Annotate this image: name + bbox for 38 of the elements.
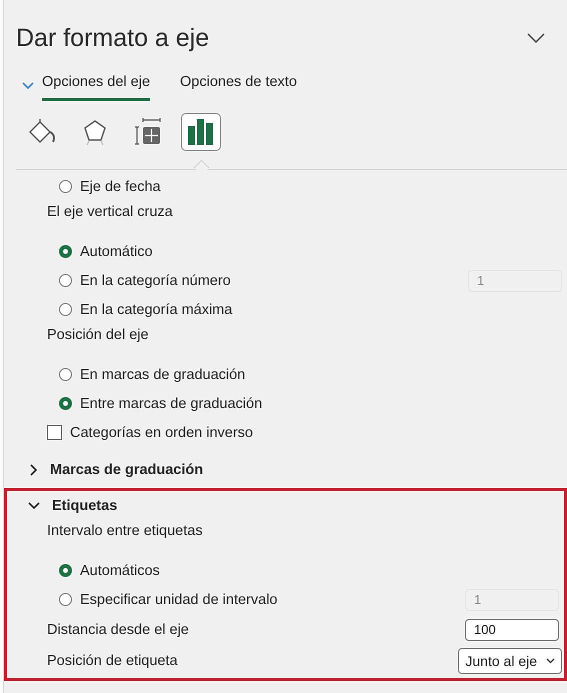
radio-label: Automáticos	[80, 562, 160, 578]
chevron-right-icon	[30, 464, 38, 476]
size-position-icon	[134, 118, 162, 146]
radio-button[interactable]	[59, 397, 72, 410]
section-header[interactable]: Etiquetas	[7, 491, 564, 520]
tab[interactable]: Opciones del eje	[42, 68, 150, 101]
number-field[interactable]: 100	[465, 618, 559, 640]
caret-icon	[546, 658, 555, 664]
field-label: Distancia desde el eje	[47, 622, 189, 638]
radio-button[interactable]	[59, 593, 72, 606]
radio-label: En marcas de graduación	[80, 366, 246, 382]
group-label: Intervalo entre etiquetas	[47, 523, 203, 539]
radio-label: Entre marcas de graduación	[80, 396, 262, 412]
bar-chart-icon	[187, 119, 215, 145]
checkbox[interactable]	[47, 425, 62, 440]
radio-label: En la categoría máxima	[80, 302, 232, 318]
tab[interactable]: Opciones de texto	[180, 68, 297, 101]
field-label: Posición de etiqueta	[47, 652, 178, 668]
radio-label: Automático	[80, 244, 153, 260]
radio-button[interactable]	[59, 368, 72, 381]
radio-button[interactable]	[59, 180, 72, 193]
pentagon-icon	[82, 118, 108, 146]
radio-label: Especificar unidad de intervalo	[80, 592, 278, 608]
radio-button[interactable]	[59, 564, 72, 577]
radio-button[interactable]	[59, 303, 72, 316]
panel-title: Dar formato a eje	[16, 24, 210, 52]
checkbox-label: Categorías en orden inverso	[70, 424, 253, 440]
group-label: Posición del eje	[47, 327, 149, 343]
chevron-down-icon[interactable]	[527, 33, 545, 43]
radio-button[interactable]	[59, 274, 72, 287]
group-label: El eje vertical cruza	[47, 204, 173, 220]
radio-label: En la categoría número	[80, 272, 231, 288]
radio-button[interactable]	[59, 245, 72, 258]
chevron-down-icon	[28, 502, 40, 510]
section-header[interactable]: Marcas de graduación	[4, 455, 567, 484]
dropdown[interactable]: Junto al eje	[458, 648, 562, 674]
radio-label: Eje de fecha	[80, 178, 161, 194]
chevron-down-icon	[22, 82, 34, 90]
